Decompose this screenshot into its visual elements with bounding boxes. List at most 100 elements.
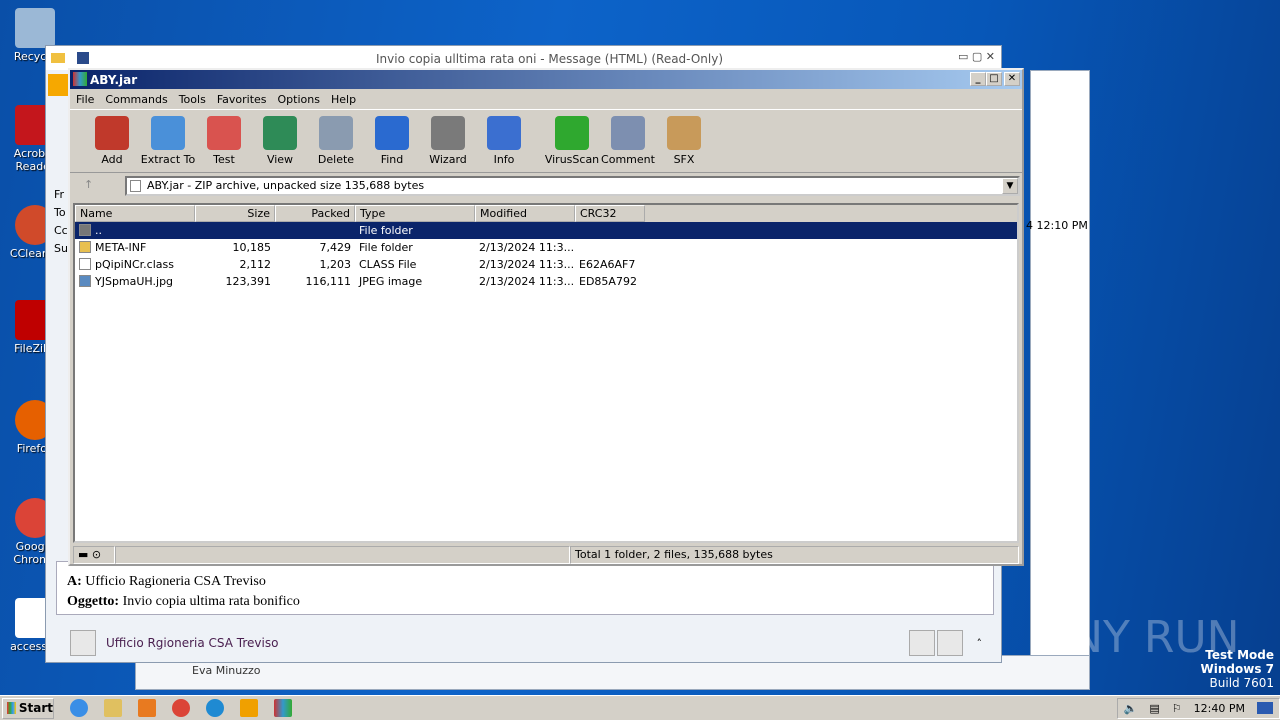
close-button[interactable]: ✕ bbox=[1004, 72, 1020, 86]
windows-logo-icon bbox=[7, 702, 16, 714]
media-player-icon[interactable] bbox=[138, 699, 156, 717]
background-outlook-window[interactable]: 4 12:10 PM bbox=[1026, 70, 1090, 690]
toolbar-find-button[interactable]: Find bbox=[364, 110, 420, 172]
toolbar-sfx-button[interactable]: SFX bbox=[656, 110, 712, 172]
window-title: Invio copia ulltima rata oni - Message (… bbox=[376, 52, 724, 66]
avatar bbox=[70, 630, 96, 656]
add-icon bbox=[95, 116, 129, 150]
to-value: Ufficio Ragioneria CSA Treviso bbox=[85, 574, 266, 589]
message-time: 4 12:10 PM bbox=[1026, 219, 1088, 232]
toolbar-delete-button[interactable]: Delete bbox=[308, 110, 364, 172]
cell-text: 2/13/2024 11:3... bbox=[479, 275, 575, 288]
folder-up-icon bbox=[79, 224, 91, 236]
toolbar-extract-to-button[interactable]: Extract To bbox=[140, 110, 196, 172]
start-label: Start bbox=[18, 701, 53, 715]
ie-icon[interactable] bbox=[70, 699, 88, 717]
flag-icon[interactable]: ⚐ bbox=[1172, 702, 1182, 715]
chrome-icon[interactable] bbox=[172, 699, 190, 717]
contact-name: Eva Minuzzo bbox=[192, 664, 261, 677]
menu-tools[interactable]: Tools bbox=[179, 93, 206, 106]
toolbar-add-button[interactable]: Add bbox=[84, 110, 140, 172]
drive-icon: ▬ ⊙ bbox=[73, 546, 115, 564]
cell: File folder bbox=[355, 239, 475, 256]
cell-text: E62A6AF7 bbox=[579, 258, 636, 271]
cell-text: ED85A792 bbox=[579, 275, 637, 288]
winrar-taskbar-icon[interactable] bbox=[274, 699, 292, 717]
outlook-icon[interactable] bbox=[240, 699, 258, 717]
table-row[interactable]: YJSpmaUH.jpg 123,391 116,111 JPEG image 2/13… bbox=[75, 273, 1017, 290]
address-bar[interactable]: ABY.jar - ZIP archive, unpacked size 135… bbox=[125, 176, 1020, 196]
toolbar-info-button[interactable]: Info bbox=[476, 110, 532, 172]
comment-icon bbox=[611, 116, 645, 150]
menu-bar: File Commands Tools Favorites Options He… bbox=[70, 89, 1022, 109]
test-icon bbox=[207, 116, 241, 150]
column-modified[interactable]: Modified bbox=[475, 205, 575, 222]
column-crc32[interactable]: CRC32 bbox=[575, 205, 645, 222]
cell: 7,429 bbox=[275, 239, 355, 256]
wizard-icon bbox=[431, 116, 465, 150]
menu-options[interactable]: Options bbox=[278, 93, 320, 106]
toolbar-wizard-button[interactable]: Wizard bbox=[420, 110, 476, 172]
address-text: ABY.jar - ZIP archive, unpacked size 135… bbox=[147, 179, 425, 192]
column-packed[interactable]: Packed bbox=[275, 205, 355, 222]
toolbar-label: Delete bbox=[317, 153, 355, 166]
mail-icon bbox=[51, 53, 65, 63]
toolbar-view-button[interactable]: View bbox=[252, 110, 308, 172]
cell: 2,112 bbox=[195, 256, 275, 273]
message-body[interactable]: A: Ufficio Ragioneria CSA Treviso Oggett… bbox=[56, 561, 994, 615]
edge-icon[interactable] bbox=[206, 699, 224, 717]
menu-favorites[interactable]: Favorites bbox=[217, 93, 267, 106]
maximize-button[interactable]: □ bbox=[986, 72, 1002, 86]
winrar-window: ABY.jar _ □ ✕ File Commands Tools Favori… bbox=[68, 68, 1024, 566]
cell-text: CLASS File bbox=[359, 258, 417, 271]
toolbar-test-button[interactable]: Test bbox=[196, 110, 252, 172]
window-title: ABY.jar bbox=[90, 72, 138, 87]
up-arrow-icon[interactable]: ↑ bbox=[84, 178, 93, 191]
menu-file[interactable]: File bbox=[76, 93, 94, 106]
status-text: Total 1 folder, 2 files, 135,688 bytes bbox=[570, 546, 1019, 564]
cc-label: Cc bbox=[54, 224, 68, 237]
window-controls[interactable]: ▭ ▢ ✕ bbox=[958, 50, 995, 63]
column-name[interactable]: Name bbox=[75, 205, 195, 222]
cell: E62A6AF7 bbox=[575, 256, 645, 273]
cell-text: JPEG image bbox=[359, 275, 423, 288]
volume-icon[interactable]: 🔈 bbox=[1124, 702, 1138, 715]
file-tab[interactable] bbox=[48, 74, 70, 96]
network-icon[interactable]: ▤ bbox=[1149, 702, 1159, 715]
start-button[interactable]: Start bbox=[2, 697, 54, 719]
cell-text: pQipiNCr.class bbox=[95, 258, 174, 271]
table-row[interactable]: .. File folder bbox=[75, 222, 1017, 239]
delete-icon bbox=[319, 116, 353, 150]
toolbar-label: Comment bbox=[601, 153, 655, 166]
table-row[interactable]: pQipiNCr.class 2,112 1,203 CLASS File 2/13/2… bbox=[75, 256, 1017, 273]
toolbar-label: Find bbox=[380, 153, 404, 166]
cell bbox=[575, 222, 645, 239]
cell: 123,391 bbox=[195, 273, 275, 290]
cell: 116,111 bbox=[275, 273, 355, 290]
column-type[interactable]: Type bbox=[355, 205, 475, 222]
menu-help[interactable]: Help bbox=[331, 93, 356, 106]
show-desktop-icon[interactable] bbox=[1257, 702, 1273, 714]
table-row[interactable]: META-INF 10,185 7,429 File folder 2/13/2024 … bbox=[75, 239, 1017, 256]
cell-text: File folder bbox=[359, 241, 413, 254]
dropdown-arrow-icon[interactable]: ▼ bbox=[1002, 178, 1018, 194]
chevron-up-icon[interactable]: ˄ bbox=[977, 637, 983, 650]
menu-commands[interactable]: Commands bbox=[105, 93, 167, 106]
cell-text: 10,185 bbox=[232, 241, 272, 254]
cell-text: META-INF bbox=[95, 241, 147, 254]
cell: .. bbox=[75, 222, 195, 239]
toolbar-comment-button[interactable]: Comment bbox=[600, 110, 656, 172]
contact-name[interactable]: Ufficio Rgioneria CSA Treviso bbox=[106, 636, 278, 650]
save-icon[interactable] bbox=[77, 52, 89, 64]
cell bbox=[575, 239, 645, 256]
toolbar-virusscan-button[interactable]: VirusScan bbox=[544, 110, 600, 172]
taskbar: Start 🔈 ▤ ⚐ 12:40 PM bbox=[0, 695, 1280, 720]
column-size[interactable]: Size bbox=[195, 205, 275, 222]
cell-text: YJSpmaUH.jpg bbox=[95, 275, 174, 288]
minimize-button[interactable]: _ bbox=[970, 72, 986, 86]
subject-value: Invio copia ultima rata bonifico bbox=[122, 594, 300, 609]
explorer-icon[interactable] bbox=[104, 699, 122, 717]
outlook-title-bar: Invio copia ulltima rata oni - Message (… bbox=[46, 46, 1001, 70]
clock[interactable]: 12:40 PM bbox=[1194, 702, 1245, 715]
cell: 2/13/2024 11:3... bbox=[475, 239, 575, 256]
